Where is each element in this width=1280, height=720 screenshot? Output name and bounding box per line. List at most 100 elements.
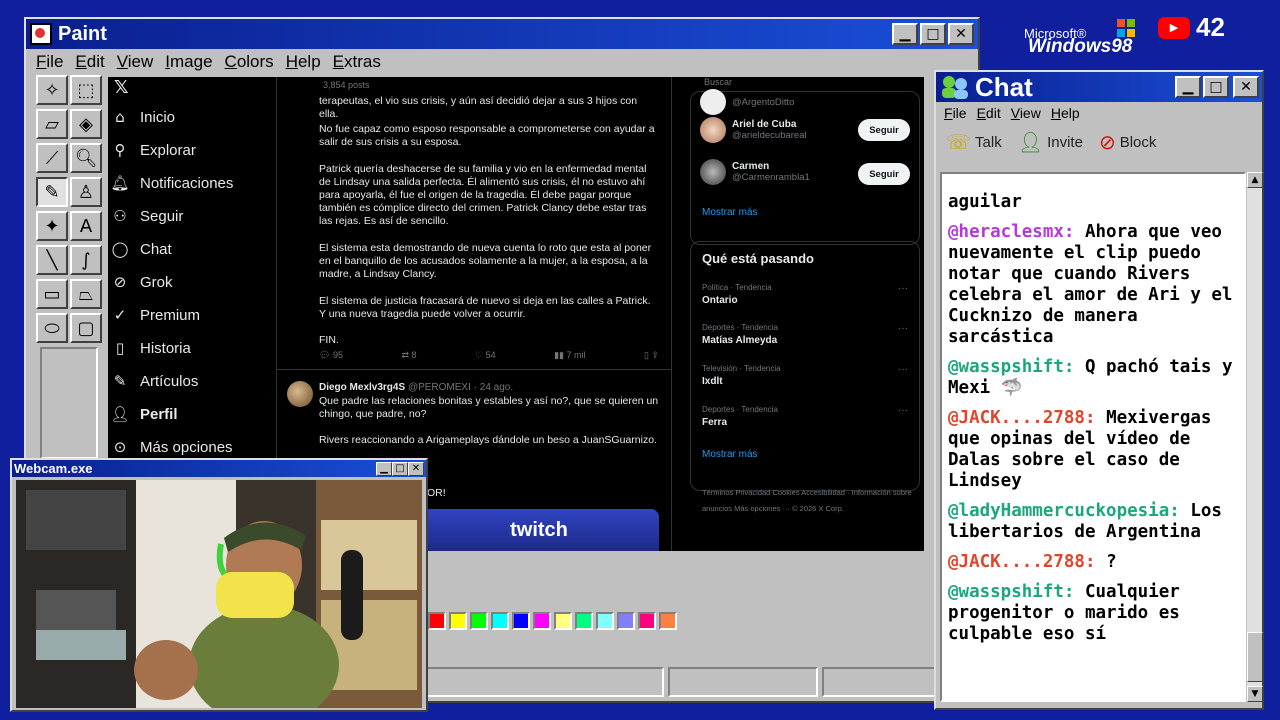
paint-titlebar[interactable]: Paint ▁ □ ✕ [26, 19, 978, 49]
color-swatch[interactable] [554, 612, 572, 630]
nav-chat[interactable]: ◯ Chat [110, 237, 172, 261]
color-swatch[interactable] [491, 612, 509, 630]
color-swatch[interactable] [575, 612, 593, 630]
nav-perfil[interactable]: 👤︎ Perfil [110, 402, 177, 426]
color-swatch[interactable] [449, 612, 467, 630]
menu-extras[interactable]: Extras [329, 52, 385, 72]
menu-view[interactable]: View [113, 52, 158, 72]
nav-explorar[interactable]: ⚲ Explorar [110, 138, 196, 162]
nav-premium[interactable]: ✓ Premium [110, 303, 200, 327]
chat-username: @heraclesmx: [948, 222, 1075, 242]
nav-notificaciones[interactable]: 🔔︎ Notificaciones [110, 171, 233, 195]
show-more-link[interactable]: Mostrar más [702, 449, 758, 460]
color-picker-icon[interactable]: ⟋ [36, 143, 68, 173]
chat-menu-file[interactable]: File [944, 105, 967, 121]
rounded-rect-tool-icon[interactable]: ▢ [70, 313, 102, 343]
minimize-button[interactable]: ▁ [376, 461, 392, 476]
fill-bucket-icon[interactable]: ◈ [70, 109, 102, 139]
color-swatch[interactable] [659, 612, 677, 630]
color-swatch[interactable] [638, 612, 656, 630]
chat-log[interactable]: aguilar @heraclesmx: Ahora que veo nueva… [940, 172, 1246, 702]
invite-button[interactable]: 👤︎ Invite [1018, 130, 1083, 154]
chat-bubble-icon: ◯ [111, 240, 129, 258]
follow-button[interactable]: Seguir [858, 163, 910, 185]
windows98-logo: Microsoft® Windows98 [1024, 14, 1174, 58]
nav-mas-opciones[interactable]: ⊙ Más opciones [110, 435, 233, 459]
paint-app-icon [30, 23, 52, 45]
color-swatch[interactable] [470, 612, 488, 630]
chat-menu-view[interactable]: View [1011, 105, 1041, 121]
more-options-icon: ⊙ [113, 438, 127, 456]
block-button[interactable]: ⊘ Block [1099, 130, 1156, 154]
close-button[interactable]: ✕ [1233, 76, 1259, 98]
follow-button[interactable]: Seguir [858, 119, 910, 141]
trend-item[interactable]: Televisión · Tendencia Ixdlt ··· [702, 364, 908, 387]
reply-button[interactable]: 💬︎ 95 [319, 349, 343, 362]
post2-media[interactable]: twitch [419, 509, 659, 551]
avatar[interactable] [287, 381, 313, 407]
menu-image[interactable]: Image [161, 52, 216, 72]
rect-select-icon[interactable]: ⬚ [70, 75, 102, 105]
chat-menu-edit[interactable]: Edit [977, 105, 1001, 121]
post2-author[interactable]: Diego Mexlv3rg4S [319, 382, 405, 393]
magnifier-icon[interactable]: 🔍︎ [70, 143, 102, 173]
trend-item[interactable]: Deportes · Tendencia Ferra ··· [702, 405, 908, 428]
maximize-button[interactable]: □ [392, 461, 408, 476]
menu-file[interactable]: File [32, 52, 67, 72]
menu-help[interactable]: Help [282, 52, 325, 72]
menu-edit[interactable]: Edit [71, 52, 108, 72]
nav-seguir[interactable]: ⚇ Seguir [110, 204, 183, 228]
nav-grok[interactable]: ⊘ Grok [110, 270, 173, 294]
color-swatch[interactable] [428, 612, 446, 630]
menu-colors[interactable]: Colors [221, 52, 278, 72]
chat-message: @wasspshift: Cualquier progenitor o mari… [948, 582, 1180, 644]
line-tool-icon[interactable]: ╲ [36, 245, 68, 275]
color-swatch[interactable] [533, 612, 551, 630]
scroll-thumb[interactable] [1247, 632, 1263, 682]
x-logo-icon[interactable]: 𝕏 [114, 77, 129, 98]
close-button[interactable]: ✕ [408, 461, 424, 476]
nav-historia[interactable]: ▯ Historia [110, 336, 191, 360]
chat-username: @JACK....2788: [948, 552, 1096, 572]
like-button[interactable]: ♡ 54 [475, 349, 496, 362]
repost-button[interactable]: ⇄ 8 [401, 349, 416, 362]
tool-options-box[interactable] [40, 347, 98, 459]
free-select-icon[interactable]: ✧ [36, 75, 68, 105]
chat-menu-help[interactable]: Help [1051, 105, 1080, 121]
color-swatch[interactable] [512, 612, 530, 630]
views-button[interactable]: ▮▮ 7 mil [554, 349, 585, 362]
chat-titlebar[interactable]: Chat ▁ □ ✕ [936, 72, 1262, 102]
airbrush-icon[interactable]: ✦ [36, 211, 68, 241]
text-tool-icon[interactable]: A [70, 211, 102, 241]
trend-item[interactable]: Deportes · Tendencia Matías Almeyda ··· [702, 323, 908, 346]
polygon-tool-icon[interactable]: ⏢ [70, 279, 102, 309]
pencil-icon[interactable]: ✎ [36, 177, 68, 207]
color-swatch[interactable] [596, 612, 614, 630]
trend-item[interactable]: Política · Tendencia Ontario ··· [702, 283, 908, 306]
minimize-button[interactable]: ▁ [892, 23, 918, 45]
show-more-link[interactable]: Mostrar más [702, 207, 758, 218]
scroll-down-icon[interactable]: ▼ [1247, 686, 1263, 702]
eraser-icon[interactable]: ▱ [36, 109, 68, 139]
close-button[interactable]: ✕ [948, 23, 974, 45]
minimize-button[interactable]: ▁ [1175, 76, 1201, 98]
nav-inicio[interactable]: ⌂ Inicio [110, 105, 175, 129]
chat-people-icon [939, 74, 971, 100]
color-swatch[interactable] [617, 612, 635, 630]
chat-message: aguilar [948, 192, 1022, 212]
chat-toolbar: ☏ Talk 👤︎ Invite ⊘ Block [936, 124, 1262, 160]
chat-scrollbar[interactable]: ▲ ▼ [1246, 172, 1263, 702]
webcam-titlebar[interactable]: Webcam.exe ▁ □ ✕ [12, 460, 426, 477]
maximize-button[interactable]: □ [1203, 76, 1229, 98]
chat-username: @JACK....2788: [948, 408, 1096, 428]
nav-articulos[interactable]: ✎ Artículos [110, 369, 199, 393]
maximize-button[interactable]: □ [920, 23, 946, 45]
rectangle-tool-icon[interactable]: ▭ [36, 279, 68, 309]
curve-tool-icon[interactable]: ∫ [70, 245, 102, 275]
scroll-up-icon[interactable]: ▲ [1247, 172, 1263, 188]
bell-icon: 🔔︎ [110, 174, 130, 192]
talk-button[interactable]: ☏ Talk [946, 130, 1002, 154]
brush-icon[interactable]: ♙ [70, 177, 102, 207]
bookmark-share-icons[interactable]: ▯ ⇪ [644, 349, 659, 362]
ellipse-tool-icon[interactable]: ⬭ [36, 313, 68, 343]
